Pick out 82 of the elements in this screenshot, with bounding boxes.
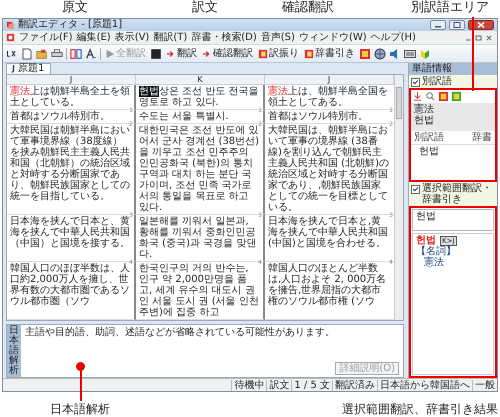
headword: 헌법 xyxy=(416,235,436,246)
analysis-message: 主語や目的語、助詞、述語などが省略されている可能性があります。 xyxy=(25,327,336,339)
document-tab[interactable]: J 原題1 xyxy=(6,63,51,74)
checkbox[interactable] xyxy=(411,78,420,87)
globe-icon[interactable] xyxy=(374,48,386,60)
source-text[interactable]: 大韓民国は朝鮮半島において軍事境界線（38度線）を挟み朝鮮民主主義人民共和国（北朝鮮）の統治区域と対峙する分断国家であり、朝鮮民族国家としての統一を目指している。 xyxy=(10,125,131,202)
source-text[interactable]: 憲法上は朝鮮半島全土を領土としている。 xyxy=(10,86,131,108)
close-icon[interactable] xyxy=(468,20,494,30)
part-of-speech: 【名詞】 xyxy=(416,246,456,257)
column-header: K xyxy=(136,75,265,85)
scrollbar[interactable] xyxy=(394,75,403,320)
dictionary-icon[interactable] xyxy=(438,91,449,102)
translation-text[interactable]: 대한민국은 조선 반도에 있어서 군사 경계선 (38번선)을 끼우고 조선 민주주의 인민공화국 (북한)의 통치 구역과 대치 하는 분단 국가이며, 조선 민족 국가로서의 통일을 목표로 하고 있다. xyxy=(139,125,260,213)
window-controls-icon[interactable] xyxy=(464,34,494,42)
menu-item[interactable]: ヘルプ(H) xyxy=(370,31,416,44)
panel-label: 日本語解析 xyxy=(7,325,21,377)
minimize-icon[interactable] xyxy=(430,20,446,30)
back-translation-text[interactable]: 日本海を挟んで日本と,黄海を挟んで中華人民共和国 (中国)と国境を合わせる。 xyxy=(268,216,391,249)
status-field: 訳文 xyxy=(266,380,292,390)
toolbar-button[interactable]: 訳振り xyxy=(257,48,300,60)
source-text[interactable]: 首都はソウル特別市。 xyxy=(10,111,131,122)
source-text[interactable]: 日本海を挟んで日本と、黄海を挟んで中華人民共和国（中国）と国境を接する。 xyxy=(10,216,131,249)
dictionary-icon[interactable] xyxy=(359,48,371,60)
callout-label: 訳文 xyxy=(192,0,218,16)
meaning: 憲法 xyxy=(423,257,444,268)
font-icon[interactable] xyxy=(85,48,97,60)
column-header: J xyxy=(265,75,394,85)
callout-label: 選択範囲翻訳、辞書引き結果 xyxy=(342,401,498,417)
document-icon xyxy=(6,33,15,42)
columns-icon[interactable] xyxy=(70,48,82,60)
translation-text[interactable]: 한국인구의 거의 반수는, 인구 약 2,000만명을 품고, 세계 유수의 대도시 권인 서울 도시 권 (서울 인천 주변)에 집중 하고 xyxy=(139,263,260,318)
arrow-icon xyxy=(202,48,212,58)
menu-item[interactable]: 翻訳(T) xyxy=(153,31,188,44)
source-word: 憲法 xyxy=(414,104,435,115)
status-field: 翻訳済み xyxy=(332,380,377,390)
menu-item[interactable]: 編集(E) xyxy=(76,31,111,44)
translation-text[interactable]: 일본해를 끼워서 일본과, 황해를 끼워서 중화인민공화국 (중국)과 국경을 맞댄다. xyxy=(139,216,260,260)
window-title: 翻訳エディタ - [原題1] xyxy=(18,19,122,31)
search-icon[interactable] xyxy=(425,91,436,102)
callout-label: 日本語解析 xyxy=(50,401,110,417)
status-field: 待機中 xyxy=(231,380,266,390)
toolbar-button[interactable]: 翻訳 xyxy=(165,48,198,60)
status-field: 一般 xyxy=(472,380,497,390)
app-icon xyxy=(6,20,15,30)
stop-icon[interactable] xyxy=(150,48,162,60)
back-translation-text[interactable]: 憲法上は、朝鮮半島全国を領土としてある。 xyxy=(268,86,391,108)
keyboard-icon[interactable] xyxy=(404,48,416,60)
menu-item[interactable]: 辞書・検索(D) xyxy=(191,31,257,44)
menu-item[interactable]: ウィンドウ(W) xyxy=(298,31,367,44)
checkbox-label: 選択範囲翻訳・辞書引き xyxy=(422,183,493,205)
back-translation-text[interactable]: 大韓民国は、朝鮮半島において軍事の境界線 (38番線)を割り込んで朝鮮民主主義人民共和国 (北朝鮮)の統治区域と対峙する分断国家であり、,朝鮮民族国家としての統一を目標としている。 xyxy=(268,125,391,213)
menu-item[interactable]: 音声(S) xyxy=(260,31,295,44)
target-word: 헌법 xyxy=(414,115,435,126)
menu-item[interactable]: ファイル(F) xyxy=(19,31,73,44)
column-header: 辞書 xyxy=(472,132,492,143)
arrow-icon xyxy=(166,48,176,58)
toolbar-button[interactable]: 辞書引き xyxy=(303,48,356,60)
column-header: J xyxy=(7,75,136,85)
source-text[interactable]: 韓国人口のほぼ半数は、人口約2,000万人を擁し、世界有数の大都市圏であるソウル都市圏（ソウ xyxy=(10,263,131,307)
maximize-icon[interactable] xyxy=(449,20,465,30)
column-header: 別訳語 xyxy=(414,132,444,143)
folder-icon[interactable] xyxy=(36,48,48,60)
callout-label: 確認翻訳 xyxy=(282,0,334,16)
play-icon xyxy=(105,48,115,58)
checkbox-label: 別訳語 xyxy=(422,76,452,87)
alternative-word[interactable]: 헌법 xyxy=(419,146,439,157)
status-field: 日本語から韓国語へ xyxy=(377,380,472,390)
print-icon[interactable] xyxy=(51,48,63,60)
lookup-field[interactable]: 헌법 xyxy=(412,209,494,231)
back-translation-text[interactable]: 首都はソウル特別市。 xyxy=(268,111,391,122)
translation-text[interactable]: 수도는 서울 특별시. xyxy=(139,111,260,122)
insert-icon[interactable] xyxy=(412,91,423,102)
toolbar-button[interactable]: 確認翻訳 xyxy=(201,48,254,60)
new-file-icon[interactable] xyxy=(21,48,33,60)
callout-label: 原文 xyxy=(62,0,88,16)
checkbox[interactable] xyxy=(411,185,420,194)
callout-label: 別訳語エリア xyxy=(411,0,489,16)
translation-text[interactable]: 헌법상은 조선 반도 전국을 영토로 하고 있다. xyxy=(139,86,260,108)
back-translation-text[interactable]: 韓国人口のほとんど半数は,人口およそ 2, 000万名を擁告,世界屈指の大都市権のソウル都市権 (ソウ xyxy=(268,263,391,307)
menu-item[interactable]: 表示(V) xyxy=(114,31,150,44)
panel-title: 単語情報 xyxy=(409,63,497,75)
status-field: 1 / 5 文 xyxy=(291,380,332,390)
